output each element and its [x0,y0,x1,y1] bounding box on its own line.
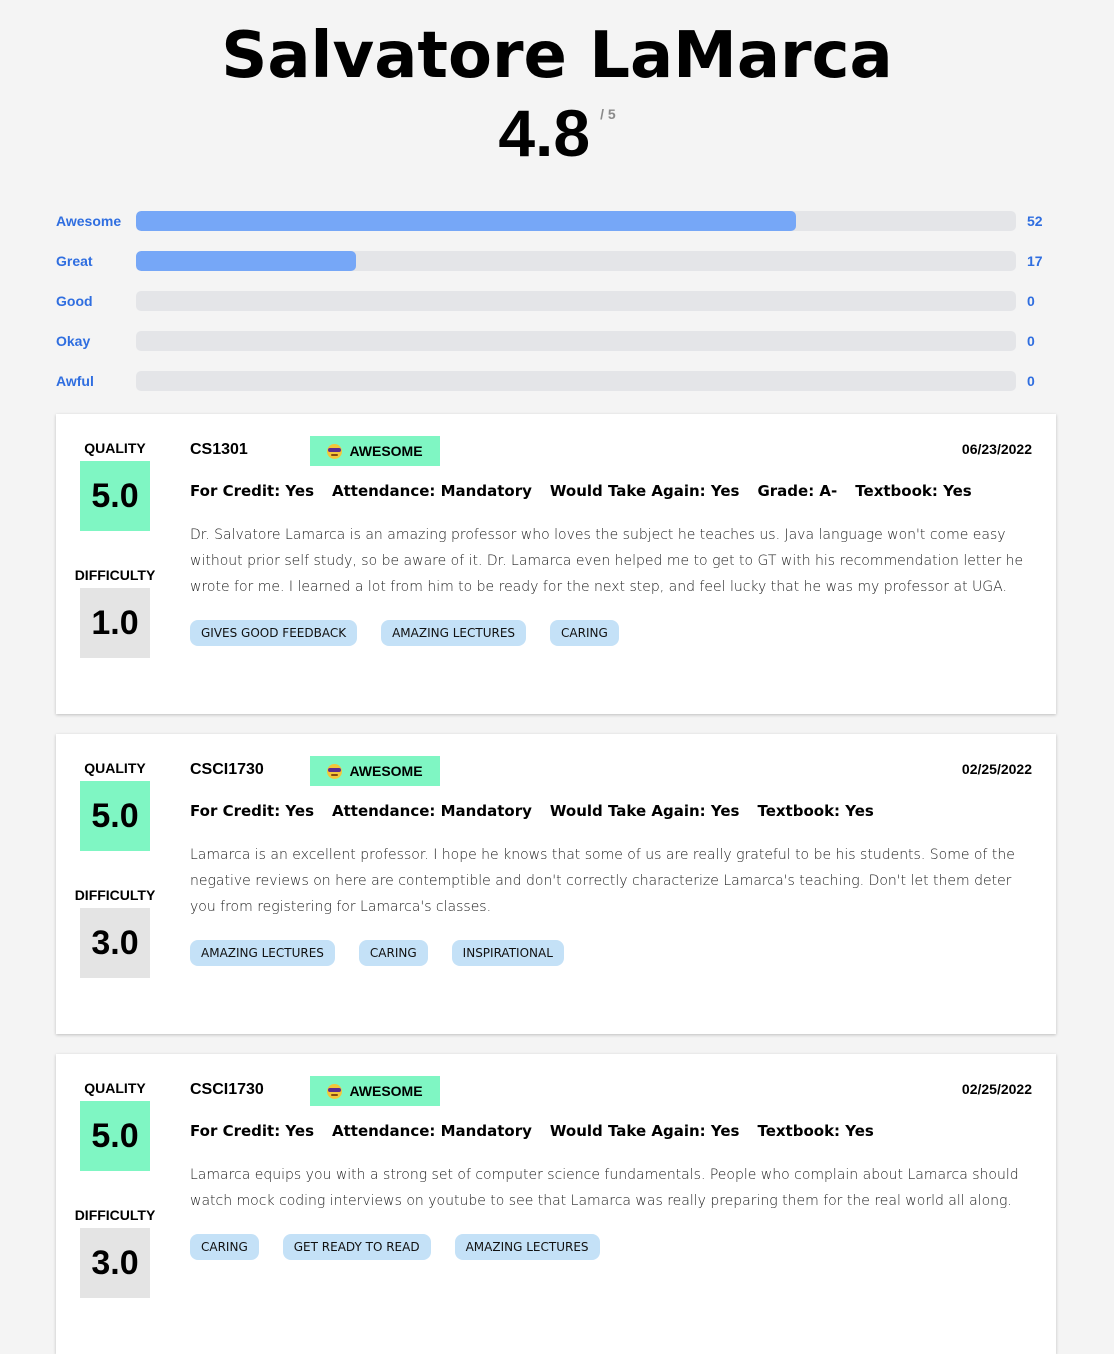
review-meta-item: Would Take Again: Yes [549,1122,740,1140]
quality-label: QUALITY [84,1080,146,1096]
rating-badge: AWESOME [310,756,440,786]
review-meta: For Credit: Yes Attendance: Mandatory Woul… [190,1122,1032,1140]
quality-label: QUALITY [84,760,146,776]
distribution-row: Great 17 [56,251,1056,271]
distribution-label: Awesome [56,213,122,229]
review-tag[interactable]: AMAZING LECTURES [190,940,335,966]
quality-score: 5.0 [80,781,150,851]
course-code: CSCI1730 [190,761,264,778]
review-comment: Lamarca equips you with a strong set of … [190,1167,1019,1209]
sunglasses-emoji-icon [327,443,343,459]
review-meta: For Credit: Yes Attendance: Mandatory Woul… [190,802,1032,820]
review-body: CSCI1730 AWESOME 02/25/2022 For Credit: Yes… [190,1076,1032,1260]
distribution-bar [136,371,1016,391]
quality-label: QUALITY [84,440,146,456]
distribution-label: Awful [56,373,94,389]
review-card: QUALITY 5.0 DIFFICULTY 1.0 CS1301 AWESOME 06/2… [56,414,1056,714]
review-tags: CARING GET READY TO READ AMAZING LECTURES [190,1234,1032,1260]
difficulty-label: DIFFICULTY [74,1207,156,1223]
quality-score: 5.0 [80,1101,150,1171]
rating-distribution: Awesome 52 Great 17 Good 0 Okay 0 Awful 0 [56,211,1056,411]
distribution-count: 0 [1027,293,1035,309]
rating-badge: AWESOME [310,1076,440,1106]
review-tag[interactable]: AMAZING LECTURES [454,1234,600,1260]
review-date: 06/23/2022 [961,441,1032,457]
review-tag[interactable]: CARING [358,940,428,966]
review-comment: Dr. Salvatore Lamarca is an amazing prof… [190,527,1024,595]
difficulty-label: DIFFICULTY [74,567,156,583]
distribution-row: Good 0 [56,291,1056,311]
difficulty-score: 1.0 [80,588,150,658]
difficulty-score: 3.0 [80,1228,150,1298]
review-tag[interactable]: CARING [550,620,619,646]
review-meta-item: Textbook: Yes [855,482,972,500]
review-header: CSCI1730 AWESOME 02/25/2022 [190,1076,1032,1106]
review-card: QUALITY 5.0 DIFFICULTY 3.0 CSCI1730 AWESOME 02… [56,734,1056,1034]
distribution-bar [136,331,1016,351]
review-meta-item: Would Take Again: Yes [549,802,740,820]
review-meta-item: For Credit: Yes [190,1122,314,1140]
review-card: QUALITY 5.0 DIFFICULTY 3.0 CSCI1730 AWESOME 02… [56,1054,1056,1354]
review-tags: AMAZING LECTURES CARING INSPIRATIONAL [190,940,1032,966]
rating-badge-label: AWESOME [349,763,423,779]
review-tags: GIVES GOOD FEEDBACK AMAZING LECTURES CARIN… [190,620,1032,646]
overall-rating-value: 4.8 [498,96,591,170]
review-scores: QUALITY 5.0 DIFFICULTY 1.0 [75,440,155,658]
distribution-bar [136,251,1016,271]
review-meta-item: Grade: A- [757,482,838,500]
distribution-count: 0 [1027,333,1035,349]
review-header: CSCI1730 AWESOME 02/25/2022 [190,756,1032,786]
review-scores: QUALITY 5.0 DIFFICULTY 3.0 [75,1080,155,1298]
professor-name: Salvatore LaMarca [221,19,893,93]
review-meta-item: Textbook: Yes [757,1122,874,1140]
review-meta-item: Textbook: Yes [757,802,874,820]
review-meta-item: For Credit: Yes [190,802,314,820]
course-code: CSCI1730 [190,1081,264,1098]
review-header: CS1301 AWESOME 06/23/2022 [190,436,1032,466]
professor-header: Salvatore LaMarca 4.8 / 5 [0,0,1114,168]
review-meta-item: For Credit: Yes [190,482,314,500]
review-scores: QUALITY 5.0 DIFFICULTY 3.0 [75,760,155,978]
review-meta-item: Would Take Again: Yes [549,482,740,500]
distribution-row: Awesome 52 [56,211,1056,231]
review-meta-item: Attendance: Mandatory [332,1122,532,1140]
distribution-label: Good [56,293,93,309]
distribution-label: Great [56,253,93,269]
overall-rating: 4.8 / 5 [498,98,615,168]
review-tag[interactable]: GIVES GOOD FEEDBACK [190,620,358,646]
difficulty-label: DIFFICULTY [74,887,156,903]
review-meta-item: Attendance: Mandatory [332,802,532,820]
distribution-count: 52 [1027,213,1043,229]
difficulty-score: 3.0 [80,908,150,978]
rating-badge-label: AWESOME [349,443,423,459]
review-tag[interactable]: CARING [190,1234,259,1260]
overall-rating-max: / 5 [600,106,616,122]
distribution-count: 17 [1027,253,1043,269]
review-date: 02/25/2022 [961,1081,1032,1097]
sunglasses-emoji-icon [327,763,343,779]
quality-score: 5.0 [80,461,150,531]
rating-badge: AWESOME [310,436,440,466]
review-date: 02/25/2022 [961,761,1032,777]
review-tag[interactable]: AMAZING LECTURES [381,620,527,646]
review-tag[interactable]: GET READY TO READ [282,1234,431,1260]
distribution-label: Okay [56,333,91,349]
distribution-count: 0 [1027,373,1035,389]
distribution-bar [136,291,1016,311]
review-meta: For Credit: Yes Attendance: Mandatory Woul… [190,482,1032,500]
review-tag[interactable]: INSPIRATIONAL [451,940,564,966]
rating-badge-label: AWESOME [349,1083,423,1099]
review-body: CSCI1730 AWESOME 02/25/2022 For Credit: Yes… [190,756,1032,966]
review-body: CS1301 AWESOME 06/23/2022 For Credit: Yes At… [190,436,1032,646]
distribution-row: Okay 0 [56,331,1056,351]
review-comment: Lamarca is an excellent professor. I hop… [190,847,1015,915]
distribution-bar [136,211,1016,231]
distribution-bar-fill [136,251,356,271]
course-code: CS1301 [190,441,248,458]
distribution-bar-fill [136,211,796,231]
sunglasses-emoji-icon [327,1083,343,1099]
review-meta-item: Attendance: Mandatory [332,482,532,500]
distribution-row: Awful 0 [56,371,1056,391]
